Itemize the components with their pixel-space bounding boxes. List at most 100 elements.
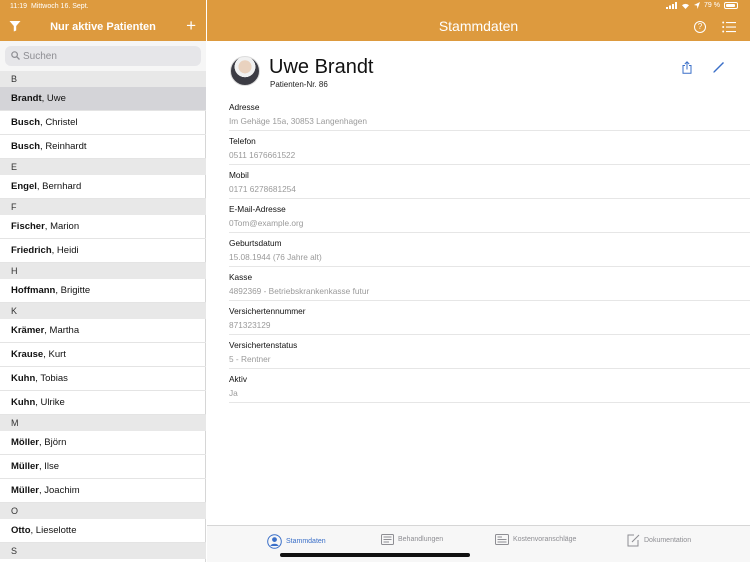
field-value: 0Tom@example.org [229, 218, 304, 228]
home-indicator[interactable] [280, 553, 470, 557]
patient-last-name: Möller [11, 437, 39, 448]
section-header-h: H [0, 263, 206, 279]
patient-list-item[interactable]: Müller, Joachim [0, 479, 206, 503]
patient-first-name: , Joachim [38, 485, 80, 496]
status-right: 79 % [666, 2, 738, 9]
status-time: 11:19 [10, 3, 27, 10]
field-value: 4892369 - Betriebskrankenkasse futur [229, 286, 370, 296]
location-icon [694, 2, 701, 9]
detail-field: Geburtsdatum 15.08.1944 (76 Jahre alt) [229, 233, 750, 267]
patient-last-name: Kuhn [11, 373, 36, 384]
tab-stammdaten[interactable]: Stammdaten [267, 534, 326, 549]
section-header-f: F [0, 199, 206, 215]
field-value: Im Gehäge 15a, 30853 Langenhagen [229, 116, 367, 126]
tab-label: Stammdaten [286, 538, 326, 545]
tab-kostenvoranschlaege[interactable]: Kostenvoranschläge [495, 534, 576, 545]
field-value: Ja [229, 388, 238, 398]
add-patient-button[interactable]: + [186, 17, 196, 34]
document-edit-icon [627, 534, 640, 547]
patient-list-item[interactable]: Otto, Lieselotte [0, 519, 206, 543]
calculator-icon [495, 534, 509, 545]
patient-last-name: Müller [11, 461, 39, 472]
status-date: Mittwoch 16. Sept. [31, 3, 89, 10]
patient-list-item[interactable]: Kuhn, Tobias [0, 367, 206, 391]
patient-sidebar: Nur aktive Patienten + BBrandt, UweBusch… [0, 0, 206, 562]
field-value: 5 - Rentner [229, 354, 271, 364]
field-label: Geburtsdatum [229, 238, 282, 248]
detail-field: Versichertennummer 871323129 [229, 301, 750, 335]
patient-first-name: , Christel [40, 117, 78, 128]
patient-first-name: , Ulrike [35, 397, 65, 408]
wifi-icon [682, 3, 690, 9]
patient-list-item[interactable]: Müller, Ilse [0, 455, 206, 479]
section-header-o: O [0, 503, 206, 519]
patient-first-name: , Heidi [51, 245, 79, 256]
patient-list-item[interactable]: Friedrich, Heidi [0, 239, 206, 263]
patient-last-name: Engel [11, 181, 37, 192]
tab-label: Dokumentation [644, 537, 692, 544]
tab-dokumentation[interactable]: Dokumentation [627, 534, 691, 547]
patient-first-name: , Martha [44, 325, 80, 336]
section-header-k: K [0, 303, 206, 319]
tab-label: Behandlungen [398, 536, 444, 543]
patient-list-item[interactable]: Busch, Christel [0, 111, 206, 135]
list-menu-icon[interactable] [722, 21, 736, 33]
patient-first-name: , Tobias [35, 373, 68, 384]
patient-list-item[interactable]: Möller, Björn [0, 431, 206, 455]
patient-first-name: , Ilse [38, 461, 60, 472]
patient-first-name: , Kurt [43, 349, 66, 360]
field-value: 871323129 [229, 320, 271, 330]
signal-icon [666, 2, 678, 9]
detail-field: Versichertenstatus 5 - Rentner [229, 335, 750, 369]
patient-list-item[interactable]: Fischer, Marion [0, 215, 206, 239]
section-header-m: M [0, 415, 206, 431]
patient-name: Uwe Brandt [269, 56, 374, 78]
patient-list-item[interactable]: Krause, Kurt [0, 343, 206, 367]
field-value: 0171 6278681254 [229, 184, 296, 194]
battery-percent: 79 % [704, 2, 720, 9]
keyboard-icon [381, 534, 394, 545]
filter-icon[interactable] [9, 20, 21, 32]
patient-first-name: , Brigitte [55, 285, 91, 296]
field-label: Adresse [229, 102, 260, 112]
patient-last-name: Brandt [11, 93, 42, 104]
detail-field: Mobil 0171 6278681254 [229, 165, 750, 199]
patient-first-name: , Björn [38, 437, 67, 448]
sidebar-title[interactable]: Nur aktive Patienten [40, 21, 166, 33]
field-label: Telefon [229, 136, 256, 146]
field-label: Versichertenstatus [229, 340, 298, 350]
tab-behandlungen[interactable]: Behandlungen [381, 534, 443, 545]
patient-last-name: Krämer [11, 325, 45, 336]
search-input[interactable] [23, 48, 193, 64]
search-bar [0, 41, 206, 71]
avatar [230, 56, 260, 86]
patient-first-name: , Uwe [41, 93, 66, 104]
tab-label: Kostenvoranschläge [513, 536, 577, 543]
patient-first-name: , Reinhardt [40, 141, 87, 152]
field-value: 0511 1676661522 [229, 150, 296, 160]
patient-list-item[interactable]: Engel, Bernhard [0, 175, 206, 199]
patient-list-item[interactable]: Kuhn, Ulrike [0, 391, 206, 415]
patient-list-item[interactable]: Brandt, Uwe [0, 87, 206, 111]
battery-icon [724, 2, 738, 9]
section-header-s: S [0, 543, 206, 559]
search-field[interactable] [5, 46, 201, 66]
patient-last-name: Müller [11, 485, 39, 496]
search-icon [11, 51, 20, 60]
patient-list-item[interactable]: Krämer, Martha [0, 319, 206, 343]
person-icon [267, 534, 282, 549]
patient-list-item[interactable]: Busch, Reinhardt [0, 135, 206, 159]
detail-field: Adresse Im Gehäge 15a, 30853 Langenhagen [229, 97, 750, 131]
section-header-b: B [0, 71, 206, 87]
edit-pencil-icon[interactable] [713, 61, 725, 73]
patient-list: B Brandt, Uwe Busch, Christel Busch, Reinha… [0, 71, 206, 559]
patient-first-name: , Lieselotte [30, 525, 77, 536]
section-header-e: E [0, 159, 206, 175]
status-bar: 11:19 Mittwoch 16. Sept. 79 % [0, 0, 750, 13]
help-icon[interactable]: ? [694, 21, 706, 33]
patient-last-name: Krause [11, 349, 44, 360]
share-icon[interactable] [682, 61, 692, 74]
detail-field: Telefon 0511 1676661522 [229, 131, 750, 165]
field-label: Aktiv [229, 374, 247, 384]
patient-list-item[interactable]: Hoffmann, Brigitte [0, 279, 206, 303]
